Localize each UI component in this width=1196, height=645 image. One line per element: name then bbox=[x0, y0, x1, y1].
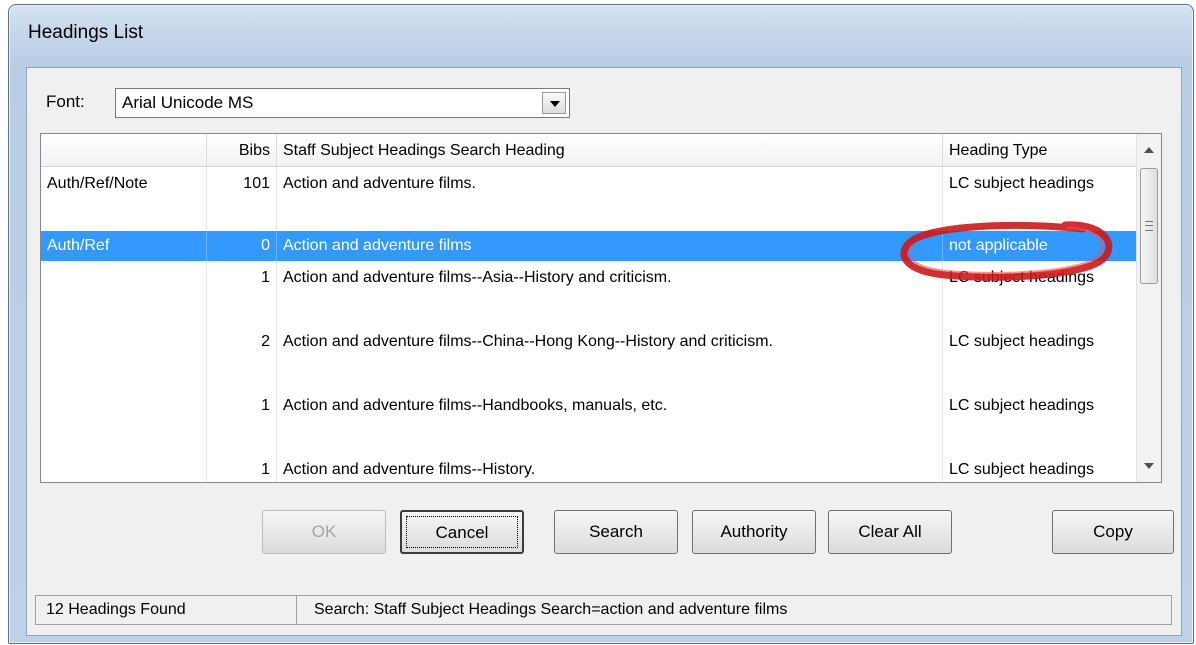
table-row[interactable]: 1 Action and adventure films--Asia--Hist… bbox=[41, 261, 1137, 325]
table-row[interactable]: 1 Action and adventure films--History. L… bbox=[41, 453, 1137, 482]
cell-heading: Action and adventure films. bbox=[277, 167, 943, 231]
cell-type bbox=[41, 453, 207, 482]
cell-heading: Action and adventure films--Handbooks, m… bbox=[277, 389, 943, 453]
search-button[interactable]: Search bbox=[554, 510, 678, 554]
cell-heading-type: LC subject headings bbox=[943, 325, 1137, 389]
font-select[interactable]: Arial Unicode MS bbox=[115, 88, 570, 118]
cell-heading: Action and adventure films bbox=[277, 231, 943, 261]
cell-heading-type: LC subject headings bbox=[943, 167, 1137, 231]
grid-header: Bibs Staff Subject Headings Search Headi… bbox=[41, 134, 1137, 167]
cell-type bbox=[41, 389, 207, 453]
cell-heading: Action and adventure films--History. bbox=[277, 453, 943, 482]
ok-button[interactable]: OK bbox=[262, 510, 386, 554]
cell-heading-type: LC subject headings bbox=[943, 389, 1137, 453]
column-header-type[interactable] bbox=[41, 134, 207, 166]
scrollbar-thumb[interactable] bbox=[1140, 168, 1158, 284]
column-header-bibs[interactable]: Bibs bbox=[207, 134, 277, 166]
status-search-query: Search: Staff Subject Headings Search=ac… bbox=[314, 601, 788, 618]
cell-heading-type: not applicable bbox=[943, 231, 1137, 261]
cell-bibs: 1 bbox=[207, 453, 277, 482]
cell-type: Auth/Ref bbox=[41, 231, 207, 261]
window-title: Headings List bbox=[28, 22, 144, 43]
cell-heading-type: LC subject headings bbox=[943, 261, 1137, 325]
vertical-scrollbar[interactable] bbox=[1136, 134, 1161, 482]
cell-heading: Action and adventure films--China--Hong … bbox=[277, 325, 943, 389]
cell-heading: Action and adventure films--Asia--Histor… bbox=[277, 261, 943, 325]
cell-type: Auth/Ref/Note bbox=[41, 167, 207, 231]
cell-type bbox=[41, 261, 207, 325]
cell-bibs: 1 bbox=[207, 261, 277, 325]
table-row[interactable]: 2 Action and adventure films--China--Hon… bbox=[41, 325, 1137, 389]
table-row[interactable]: 1 Action and adventure films--Handbooks,… bbox=[41, 389, 1137, 453]
copy-button[interactable]: Copy bbox=[1052, 510, 1174, 554]
column-header-heading-type[interactable]: Heading Type bbox=[943, 134, 1137, 166]
column-header-heading[interactable]: Staff Subject Headings Search Heading bbox=[277, 134, 943, 166]
font-label: Font: bbox=[46, 92, 85, 111]
grip-icon bbox=[1145, 221, 1153, 231]
status-found-count: 12 Headings Found bbox=[46, 601, 186, 618]
cell-bibs: 1 bbox=[207, 389, 277, 453]
scroll-up-icon[interactable] bbox=[1141, 142, 1157, 158]
table-row-selected[interactable]: Auth/Ref 0 Action and adventure films no… bbox=[41, 231, 1137, 261]
cancel-button-label: Cancel bbox=[406, 516, 518, 548]
table-row[interactable]: Auth/Ref/Note 101 Action and adventure f… bbox=[41, 167, 1137, 231]
cell-bibs: 101 bbox=[207, 167, 277, 231]
scroll-down-icon[interactable] bbox=[1141, 458, 1157, 474]
headings-grid[interactable]: Bibs Staff Subject Headings Search Headi… bbox=[40, 133, 1162, 483]
authority-button[interactable]: Authority bbox=[692, 510, 816, 554]
cell-type bbox=[41, 325, 207, 389]
status-bar: 12 Headings Found Search: Staff Subject … bbox=[35, 595, 1172, 625]
cell-heading-type: LC subject headings bbox=[943, 453, 1137, 482]
cell-bibs: 2 bbox=[207, 325, 277, 389]
chevron-down-icon[interactable] bbox=[542, 92, 566, 114]
cancel-button[interactable]: Cancel bbox=[400, 510, 524, 554]
clear-all-button[interactable]: Clear All bbox=[828, 510, 952, 554]
font-select-value: Arial Unicode MS bbox=[122, 93, 254, 112]
cell-bibs: 0 bbox=[207, 231, 277, 261]
